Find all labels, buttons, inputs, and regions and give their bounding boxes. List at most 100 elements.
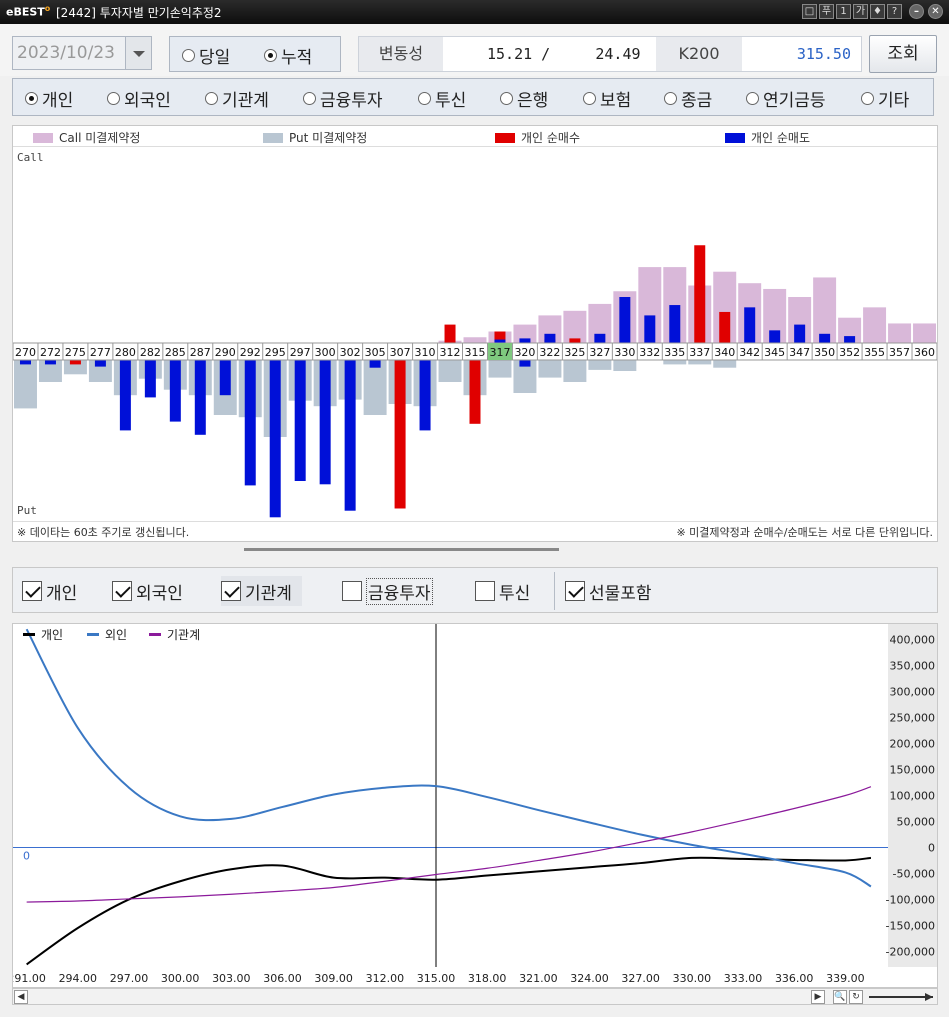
put-oi-bar (538, 360, 562, 378)
radio-cumulative[interactable]: 누적 (264, 43, 312, 68)
investor-radio-7[interactable]: 종금 (664, 86, 712, 111)
sort-icon[interactable]: ♦ (870, 4, 885, 19)
date-select[interactable]: 2023/10/23 (12, 36, 152, 70)
legend-net-buy: 개인 순매수 (495, 129, 580, 146)
filter-include-futures[interactable]: 선물포함 (565, 576, 652, 606)
checkbox (565, 581, 585, 601)
call-oi-bar (863, 307, 887, 343)
investor-radio-8[interactable]: 연기금등 (746, 86, 826, 111)
refresh-icon[interactable]: ↻ (849, 990, 863, 1004)
radio-dot (264, 49, 277, 62)
investor-type-group: 개인 외국인 기관계 금융투자 투신 은행 보험 종금 연기금등 기타 (12, 78, 934, 116)
investor-radio-label: 기관계 (222, 91, 269, 111)
investor-radio-6[interactable]: 보험 (583, 86, 631, 111)
close-icon[interactable]: ✕ (928, 4, 943, 19)
y-tick-label: 400,000 (890, 634, 936, 647)
y-tick-label: -100,000 (886, 893, 935, 906)
call-oi-bar (813, 277, 837, 343)
zoom-icon[interactable]: 🔍 (833, 990, 847, 1004)
scroll-left-button[interactable]: ◀ (14, 990, 28, 1004)
strike-label: 332 (639, 346, 660, 359)
radio-today[interactable]: 당일 (182, 43, 230, 68)
radio-dot (861, 92, 874, 105)
oi-bar-plot: Call Put ※ 데이타는 60초 주기로 갱신됩니다. ※ 미결제약정과 … (13, 146, 937, 539)
y-tick-label: 250,000 (890, 712, 936, 725)
footer-note-right: ※ 미결제약정과 순매수/순매도는 서로 다른 단위입니다. (676, 525, 933, 539)
investor-radio-2[interactable]: 기관계 (205, 86, 269, 111)
help-icon[interactable]: ? (887, 4, 902, 19)
strike-label: 360 (914, 346, 935, 359)
x-tick-label: 309.00 (314, 972, 353, 985)
net-sell-bar (269, 360, 281, 518)
volatility-label: 변동성 (359, 37, 443, 71)
investor-radio-0[interactable]: 개인 (25, 86, 73, 111)
y-tick-label: 0 (928, 841, 935, 854)
net-sell-bar (794, 324, 806, 343)
put-oi-bar (563, 360, 587, 382)
number-icon[interactable]: 1 (836, 4, 851, 19)
investor-radio-label: 보험 (600, 91, 632, 111)
strike-label: 287 (190, 346, 211, 359)
strike-label: 330 (614, 346, 635, 359)
restore-icon[interactable]: □ (802, 4, 817, 19)
strike-label: 285 (165, 346, 186, 359)
investor-radio-3[interactable]: 금융투자 (303, 86, 383, 111)
query-button[interactable]: 조회 (869, 35, 937, 73)
font-icon[interactable]: 가 (853, 4, 868, 19)
filter-foreign[interactable]: 외국인 (112, 576, 183, 606)
y-tick-label: 150,000 (890, 764, 936, 777)
chart-scrollbar[interactable]: ◀ ▶ 🔍 ↻ (12, 988, 938, 1005)
strike-label: 295 (265, 346, 286, 359)
put-axis-label: Put (17, 504, 37, 517)
y-tick-label: 300,000 (890, 686, 936, 699)
put-oi-bar (588, 360, 612, 370)
call-axis-label: Call (17, 151, 44, 164)
strike-label: 297 (290, 346, 311, 359)
chevron-down-icon[interactable] (125, 37, 151, 69)
radio-dot (746, 92, 759, 105)
net-buy-bar (569, 338, 581, 343)
panel-splitter[interactable] (244, 548, 559, 551)
filter-individual[interactable]: 개인 (22, 576, 77, 606)
investor-radio-label: 종금 (681, 91, 713, 111)
zoom-slider[interactable] (867, 990, 937, 1004)
strike-label: 320 (514, 346, 535, 359)
info-bar: 변동성 15.21 / 24.49 K200 315.50 (358, 36, 862, 72)
net-sell-bar (544, 333, 556, 343)
checkbox (112, 581, 132, 601)
net-buy-bar (394, 360, 406, 509)
investor-radio-5[interactable]: 은행 (500, 86, 548, 111)
net-sell-bar (44, 360, 56, 365)
strike-label: 272 (40, 346, 61, 359)
filter-investment-trust[interactable]: 투신 (475, 576, 530, 606)
net-sell-bar (169, 360, 181, 422)
checkbox (475, 581, 495, 601)
strike-label: 347 (789, 346, 810, 359)
volatility-value: 15.21 / 24.49 (487, 45, 641, 63)
minimize-icon[interactable]: – (909, 4, 924, 19)
line-legend-label: 외인 (105, 628, 127, 642)
strike-label: 335 (664, 346, 685, 359)
investor-radio-9[interactable]: 기타 (861, 86, 909, 111)
app-logo: eBESTo (6, 4, 51, 19)
strike-label: 300 (315, 346, 336, 359)
scroll-right-button[interactable]: ▶ (811, 990, 825, 1004)
net-sell-bar (744, 307, 756, 343)
filter-institution[interactable]: 기관계 (221, 576, 302, 606)
net-sell-bar (319, 360, 331, 485)
checkbox (342, 581, 362, 601)
filter-financial-investment[interactable]: 금융투자 (342, 576, 433, 606)
net-buy-bar (69, 360, 81, 365)
investor-radio-4[interactable]: 투신 (418, 86, 466, 111)
footer-note-left: ※ 데이타는 60초 주기로 갱신됩니다. (17, 526, 189, 539)
investor-radio-label: 금융투자 (320, 91, 383, 111)
put-oi-bar (713, 360, 737, 368)
strike-label: 290 (215, 346, 236, 359)
x-tick-label: 312.00 (366, 972, 405, 985)
y-tick-label: 100,000 (890, 790, 936, 803)
investor-radio-label: 외국인 (124, 91, 171, 111)
pin-icon[interactable]: 푸 (819, 4, 834, 19)
strike-label: 280 (115, 346, 136, 359)
net-sell-bar (519, 338, 531, 343)
investor-radio-1[interactable]: 외국인 (107, 86, 171, 111)
